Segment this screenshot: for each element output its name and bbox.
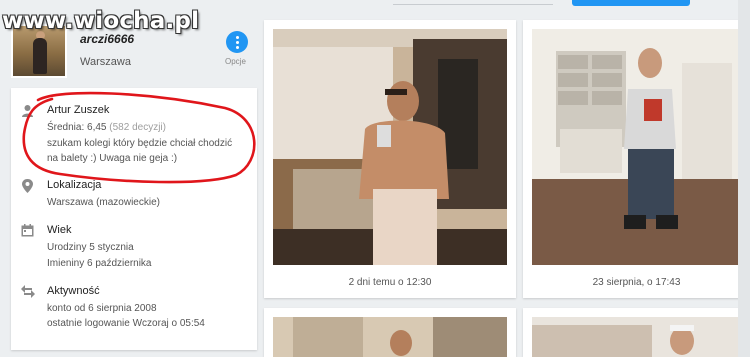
photo-timestamp: 23 sierpnia, o 17:43 [592,277,681,288]
search-field-edge[interactable] [393,0,553,5]
rating-value: Średnia: 6,45 [47,122,107,133]
photo-thumbnail[interactable] [532,317,750,357]
bio-line-2: na balety :) Uwaga nie geja :) [47,153,178,164]
photo-thumbnail[interactable] [273,317,507,357]
location-value: Warszawa (mazowieckie) [47,197,160,208]
profile-info-card: Artur Zuszek Średnia: 6,45 (582 decyzji)… [11,88,257,350]
bio-line-1: szukam kolegi który będzie chciał chodzi… [47,138,233,149]
photo-hallway-selfie[interactable] [532,29,750,265]
birthday: Urodziny 5 stycznia [47,242,134,253]
photo-mirror-selfie[interactable] [273,29,507,265]
swap-arrows-icon [21,285,35,299]
age-title: Wiek [47,224,72,236]
location-pin-icon [21,179,35,193]
nameday: Imieniny 6 października [47,258,152,269]
person-icon [21,104,35,118]
last-login: ostatnie logowanie Wczoraj o 05:54 [47,318,205,329]
options-label: Opcje [225,57,246,66]
location-title: Lokalizacja [47,179,102,191]
activity-title: Aktywność [47,285,100,297]
photo-card[interactable]: 23 sierpnia, o 17:43 [523,20,750,298]
full-name: Artur Zuszek [47,104,110,116]
account-since: konto od 6 sierpnia 2008 [47,303,157,314]
watermark: www.wiocha.pl [2,8,200,34]
rating-line: Średnia: 6,45 (582 decyzji) [47,122,166,133]
photo-timestamp: 2 dni temu o 12:30 [348,277,432,288]
top-header-strip [0,0,750,8]
photo-card[interactable] [523,308,750,357]
profile-city: Warszawa [80,56,131,68]
rating-count[interactable]: (582 decyzji) [109,122,166,133]
header-action-button[interactable] [572,0,690,6]
photo-card[interactable]: 2 dni temu o 12:30 [264,20,516,298]
calendar-icon [21,224,35,238]
more-vertical-icon[interactable] [226,31,248,53]
photo-card[interactable] [264,308,516,357]
username: arczi6666 [80,32,135,46]
scrollbar[interactable] [738,0,750,357]
